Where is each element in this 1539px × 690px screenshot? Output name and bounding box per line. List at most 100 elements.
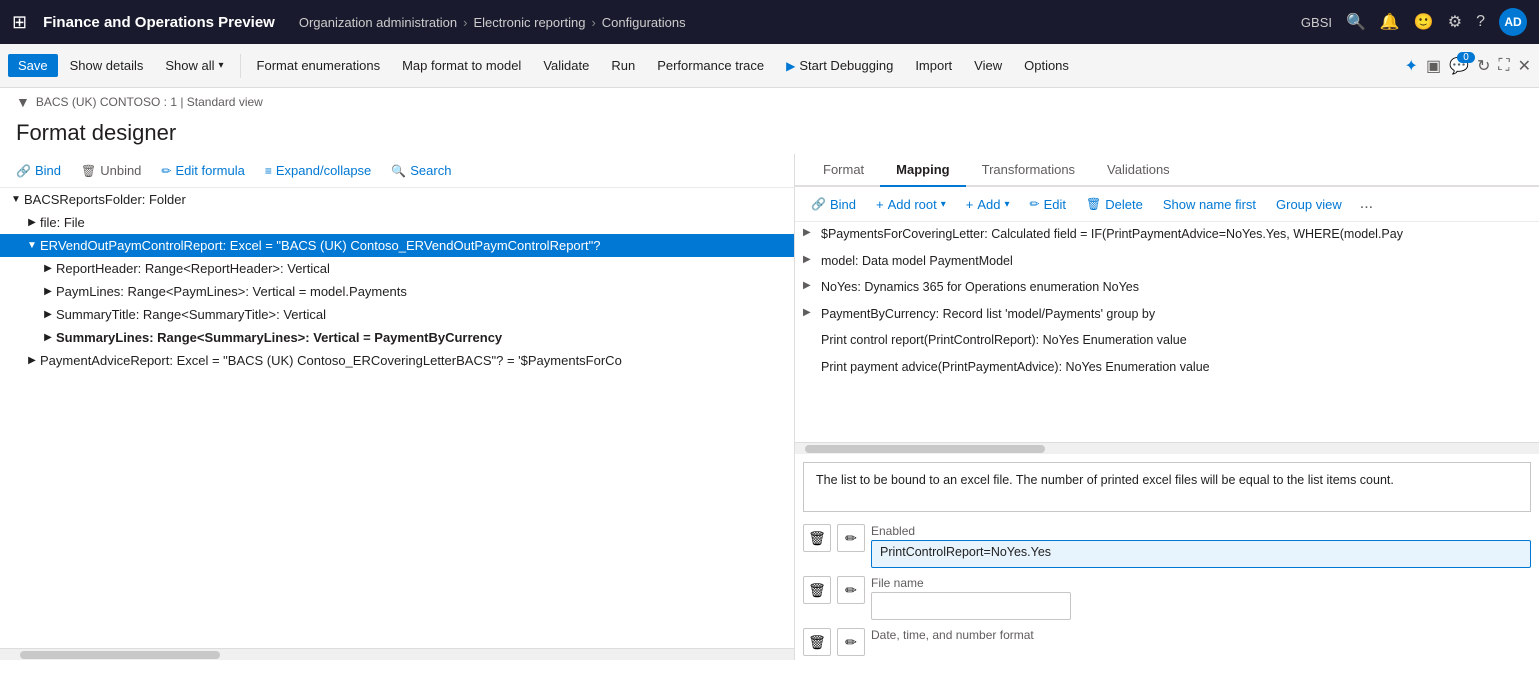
start-debugging-button[interactable]: ▶ Start Debugging [776,54,903,77]
left-hscroll-thumb[interactable] [20,651,220,659]
unbind-button[interactable]: 🗑 Unbind [73,160,149,181]
ds-item[interactable]: ▶ NoYes: Dynamics 365 for Operations enu… [795,275,1539,302]
ds-expand-icon[interactable]: ▶ [803,280,819,291]
help-icon[interactable]: ? [1476,13,1485,31]
filename-input[interactable] [871,592,1071,620]
expand-icon[interactable]: ▼ [8,194,24,205]
tree-item-selected[interactable]: ▼ ERVendOutPaymControlReport: Excel = "B… [0,234,794,257]
expand-icon[interactable]: ▼ [24,240,40,251]
expand-collapse-icon: ≡ [265,164,272,178]
ds-hscroll[interactable] [795,442,1539,454]
left-hscroll[interactable] [0,648,794,660]
tree-item[interactable]: ▶ PaymLines: Range<PaymLines>: Vertical … [0,280,794,303]
enabled-delete-button[interactable]: 🗑 [803,524,831,552]
filename-property-row: 🗑 ✏ File name [795,572,1539,624]
notification-icon[interactable]: 🔔 [1380,12,1400,32]
filename-delete-button[interactable]: 🗑 [803,576,831,604]
view-button[interactable]: View [964,54,1012,77]
bind-icon-right: 🔗 [811,197,826,211]
app-grid-icon[interactable]: ⊞ [12,12,27,33]
edit-button-right[interactable]: ✏ Edit [1022,194,1074,215]
ds-item[interactable]: ▶ Print payment advice(PrintPaymentAdvic… [795,355,1539,382]
ds-expand-icon[interactable]: ▶ [803,227,819,238]
search-icon-left: 🔍 [391,164,406,178]
bind-icon-left: 🔗 [16,164,31,178]
tree-item[interactable]: ▶ ReportHeader: Range<ReportHeader>: Ver… [0,257,794,280]
edit-formula-icon: ✏ [161,164,171,178]
toolbar-close-icon[interactable]: ✕ [1518,56,1531,76]
breadcrumb-org[interactable]: Organization administration [299,15,457,30]
group-view-button[interactable]: Group view [1268,194,1350,215]
cursor-pointer-icon: ✏ [845,634,857,651]
performance-trace-button[interactable]: Performance trace [647,54,774,77]
show-details-button[interactable]: Show details [60,54,154,77]
ds-hscroll-thumb[interactable] [805,445,1045,453]
avatar[interactable]: AD [1499,8,1527,36]
add-button[interactable]: + Add ▾ [958,194,1018,215]
bind-button-right[interactable]: 🔗 Bind [803,194,864,215]
bind-button-left[interactable]: 🔗 Bind [8,160,69,181]
app-title: Finance and Operations Preview [43,14,275,31]
expand-icon[interactable]: ▶ [40,286,56,297]
show-all-chevron-icon: ▾ [219,60,224,71]
tab-format[interactable]: Format [807,154,880,187]
tree-item[interactable]: ▶ SummaryLines: Range<SummaryLines>: Ver… [0,326,794,349]
map-format-to-model-button[interactable]: Map format to model [392,54,531,77]
smiley-icon[interactable]: 🙂 [1414,12,1434,32]
datasource-tree: ▶ $PaymentsForCoveringLetter: Calculated… [795,222,1539,442]
filename-edit-button[interactable]: ✏ [837,576,865,604]
add-root-button[interactable]: + Add root ▾ [868,194,954,215]
run-button[interactable]: Run [601,54,645,77]
ds-item[interactable]: ▶ model: Data model PaymentModel [795,249,1539,276]
datetime-delete-button[interactable]: 🗑 [803,628,831,656]
tree-item[interactable]: ▶ SummaryTitle: Range<SummaryTitle>: Ver… [0,303,794,326]
add-root-chevron-icon: ▾ [941,199,946,210]
expand-icon[interactable]: ▶ [40,309,56,320]
right-toolbar: 🔗 Bind + Add root ▾ + Add ▾ ✏ Edit 🗑 Del… [795,187,1539,222]
breadcrumb-path: BACS (UK) CONTOSO : 1 | Standard view [36,95,263,109]
breadcrumb-config[interactable]: Configurations [602,15,686,30]
expand-collapse-button[interactable]: ≡ Expand/collapse [257,160,379,181]
tree-item[interactable]: ▶ file: File [0,211,794,234]
tab-transformations[interactable]: Transformations [966,154,1091,187]
settings-icon[interactable]: ⚙ [1448,12,1462,32]
toolbar-refresh-icon[interactable]: ↻ [1477,56,1490,76]
ds-expand-icon[interactable]: ▶ [803,307,819,318]
search-button-left[interactable]: 🔍 Search [383,160,459,181]
expand-icon[interactable]: ▶ [24,217,40,228]
datetime-property-row: 🗑 ✏ Date, time, and number format [795,624,1539,660]
filter-icon[interactable]: ▼ [16,94,30,110]
main-content: 🔗 Bind 🗑 Unbind ✏ Edit formula ≡ Expand/… [0,154,1539,660]
search-icon[interactable]: 🔍 [1346,12,1366,32]
breadcrumb-er[interactable]: Electronic reporting [473,15,585,30]
toolbar-expand-icon[interactable]: ⛶ [1498,57,1509,75]
ds-item[interactable]: ▶ PaymentByCurrency: Record list 'model/… [795,302,1539,329]
ds-expand-icon[interactable]: ▶ [803,254,819,265]
toolbar-sep-1 [240,54,241,78]
ds-item[interactable]: ▶ Print control report(PrintControlRepor… [795,328,1539,355]
more-button[interactable]: ... [1354,193,1379,215]
show-name-first-button[interactable]: Show name first [1155,194,1264,215]
edit-formula-button[interactable]: ✏ Edit formula [153,160,252,181]
toolbar-badge-icon[interactable]: 💬 0 [1449,56,1469,76]
expand-icon[interactable]: ▶ [24,355,40,366]
format-enumerations-button[interactable]: Format enumerations [247,54,391,77]
delete-button[interactable]: 🗑 Delete [1078,194,1151,215]
save-button[interactable]: Save [8,54,58,77]
tree-item[interactable]: ▶ PaymentAdviceReport: Excel = "BACS (UK… [0,349,794,372]
expand-icon[interactable]: ▶ [40,332,56,343]
expand-icon[interactable]: ▶ [40,263,56,274]
import-button[interactable]: Import [905,54,962,77]
show-all-button[interactable]: Show all ▾ [155,54,233,77]
toolbar-star-icon[interactable]: ✦ [1405,56,1418,76]
tree-item[interactable]: ▼ BACSReportsFolder: Folder [0,188,794,211]
options-button[interactable]: Options [1014,54,1079,77]
tab-validations[interactable]: Validations [1091,154,1186,187]
toolbar-layout-icon[interactable]: ▣ [1426,56,1441,76]
tab-mapping[interactable]: Mapping [880,154,965,187]
validate-button[interactable]: Validate [533,54,599,77]
datetime-edit-button[interactable]: ✏ [837,628,865,656]
ds-item[interactable]: ▶ $PaymentsForCoveringLetter: Calculated… [795,222,1539,249]
enabled-edit-button[interactable]: ✏ [837,524,865,552]
top-nav: ⊞ Finance and Operations Preview Organiz… [0,0,1539,44]
